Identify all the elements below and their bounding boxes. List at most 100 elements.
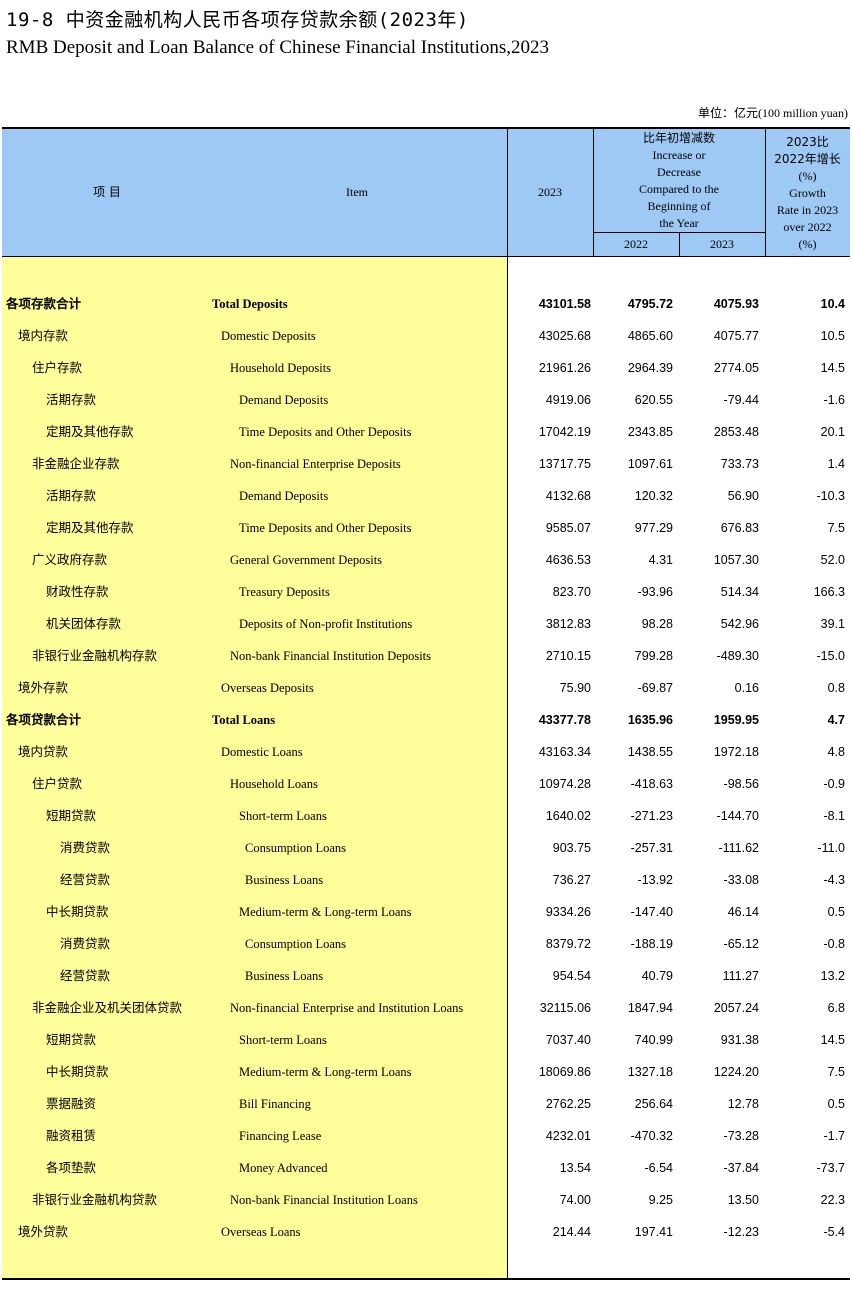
value-2023: 954.54 [552,969,591,983]
increase-2023: 733.73 [720,457,759,471]
data-table: 项 目 Item 2023 比年初增减数 Increase or Decrease C… [2,127,850,1281]
row-label-en: Non-financial Enterprise and Institution… [230,1001,464,1015]
growth-rate: -0.9 [823,777,845,791]
row-label-cn: 境内存款 [18,328,69,343]
increase-2023: 56.90 [727,489,759,503]
row-label-cn: 广义政府存款 [32,552,108,567]
increase-2022: 2964.39 [627,361,673,375]
table-row: 短期贷款 Short-term Loans 7037.40 740.99 931.38 1… [2,1024,850,1056]
growth-rate: 4.8 [827,745,845,759]
value-2023: 13717.75 [538,457,591,471]
table-row: 非金融企业及机关团体贷款 Non-financial Enterprise and… [2,992,850,1024]
header-line: Decrease [657,165,701,179]
value-2023: 4636.53 [545,553,591,567]
value-2023: 21961.26 [538,361,591,375]
table-row: 广义政府存款 General Government Deposits 4636.53… [2,544,850,576]
row-label-cn: 中长期贷款 [46,1064,109,1079]
header-year: 2023 [538,185,562,199]
table-row: 消费贷款 Consumption Loans 8379.72 -188.19 -65.1… [2,928,850,960]
increase-2022: 1327.18 [627,1065,673,1079]
value-2023: 13.54 [559,1161,591,1175]
table-row: 非银行业金融机构存款 Non-bank Financial Institution… [2,640,850,672]
increase-2022: -257.31 [630,841,673,855]
increase-2023: 1224.20 [713,1065,759,1079]
growth-rate: 166.3 [813,585,845,599]
growth-rate: -8.1 [823,809,845,823]
growth-rate: 14.5 [820,1033,845,1047]
table-row: 中长期贷款 Medium-term & Long-term Loans 9334.2… [2,896,850,928]
row-label-en: Domestic Deposits [221,329,316,343]
growth-rate: 0.5 [827,905,845,919]
value-2023: 4232.01 [545,1129,591,1143]
row-label-en: Overseas Deposits [221,681,314,695]
growth-rate: 39.1 [820,617,845,631]
header-item-en: Item [346,185,368,199]
table-row: 融资租赁 Financing Lease 4232.01 -470.32 -73.28 -… [2,1120,850,1152]
row-label-cn: 短期贷款 [46,1032,97,1047]
increase-2022: 1847.94 [627,1001,673,1015]
row-label-cn: 非银行业金融机构存款 [32,648,158,663]
header-growth: 2023比 2022年增长 (%) Growth Rate in 2023 over 20… [765,134,850,253]
table-row: 境外贷款 Overseas Loans 214.44 197.41 -12.23 -5.4 [2,1216,850,1248]
table-row: 非金融企业存款 Non-financial Enterprise Deposits… [2,448,850,480]
table-row: 机关团体存款 Deposits of Non-profit Institution… [2,608,850,640]
growth-rate: 1.4 [827,457,845,471]
row-label-cn: 活期存款 [46,392,97,407]
increase-2023: 4075.93 [713,297,759,311]
table-row: 各项存款合计 Total Deposits 43101.58 4795.72 4075.… [2,288,850,320]
increase-2023: -37.84 [723,1161,759,1175]
value-2023: 32115.06 [539,1001,591,1015]
increase-2023: 0.16 [734,681,759,695]
row-label-en: Medium-term & Long-term Loans [239,1065,412,1079]
value-2023: 75.90 [559,681,591,695]
row-label-en: Total Deposits [212,297,288,311]
table-row: 中长期贷款 Medium-term & Long-term Loans 18069.… [2,1056,850,1088]
table-row: 各项垫款 Money Advanced 13.54 -6.54 -37.84 -73.7 [2,1152,850,1184]
row-label-en: Time Deposits and Other Deposits [239,521,412,535]
header-line: Beginning of [647,199,711,213]
row-label-cn: 住户贷款 [32,776,83,791]
value-2023: 9585.07 [545,521,591,535]
row-label-cn: 活期存款 [46,488,97,503]
value-2023: 43377.78 [538,713,591,727]
increase-2023: 2057.24 [713,1001,759,1015]
row-label-cn: 非金融企业及机关团体贷款 [32,1000,183,1015]
increase-2022: -69.87 [637,681,673,695]
value-2023: 736.27 [552,873,591,887]
growth-rate: -1.6 [823,393,845,407]
header-line: 2023比 [786,135,829,149]
unit-label: 单位：亿元(100 million yuan) [698,106,848,120]
increase-2023: 111.27 [722,969,759,983]
increase-2022: 9.25 [648,1193,673,1207]
increase-2022: 98.28 [641,617,673,631]
row-label-cn: 消费贷款 [60,840,111,855]
value-2023: 43101.58 [538,297,591,311]
table-row: 境内存款 Domestic Deposits 43025.68 4865.60 4075… [2,320,850,352]
increase-2023: -65.12 [723,937,759,951]
value-2023: 3812.83 [545,617,591,631]
increase-2022: 2343.85 [627,425,673,439]
growth-rate: 10.5 [820,329,845,343]
increase-2023: 46.14 [727,905,759,919]
increase-2023: -144.70 [716,809,759,823]
increase-2023: -73.28 [723,1129,759,1143]
increase-2023: 1959.95 [713,713,759,727]
increase-2022: -6.54 [644,1161,674,1175]
row-label-en: Non-bank Financial Institution Deposits [230,649,432,663]
growth-rate: -5.4 [823,1225,845,1239]
growth-rate: 7.5 [827,1065,845,1079]
table-row: 境内贷款 Domestic Loans 43163.34 1438.55 1972.18… [2,736,850,768]
header-bottom-border [2,256,850,257]
value-2023: 10974.28 [538,777,591,791]
table-top-border [2,127,850,129]
growth-rate: -1.7 [823,1129,845,1143]
value-2023: 4919.06 [545,393,591,407]
table-row: 非银行业金融机构贷款 Non-bank Financial Institution… [2,1184,850,1216]
row-label-en: Medium-term & Long-term Loans [239,905,412,919]
header-increase-2022: 2022 [624,237,648,251]
row-label-en: Non-bank Financial Institution Loans [230,1193,418,1207]
increase-2023: 1057.30 [713,553,759,567]
row-label-en: Time Deposits and Other Deposits [239,425,412,439]
row-label-cn: 各项存款合计 [6,296,82,311]
table-row: 住户贷款 Household Loans 10974.28 -418.63 -98.56… [2,768,850,800]
